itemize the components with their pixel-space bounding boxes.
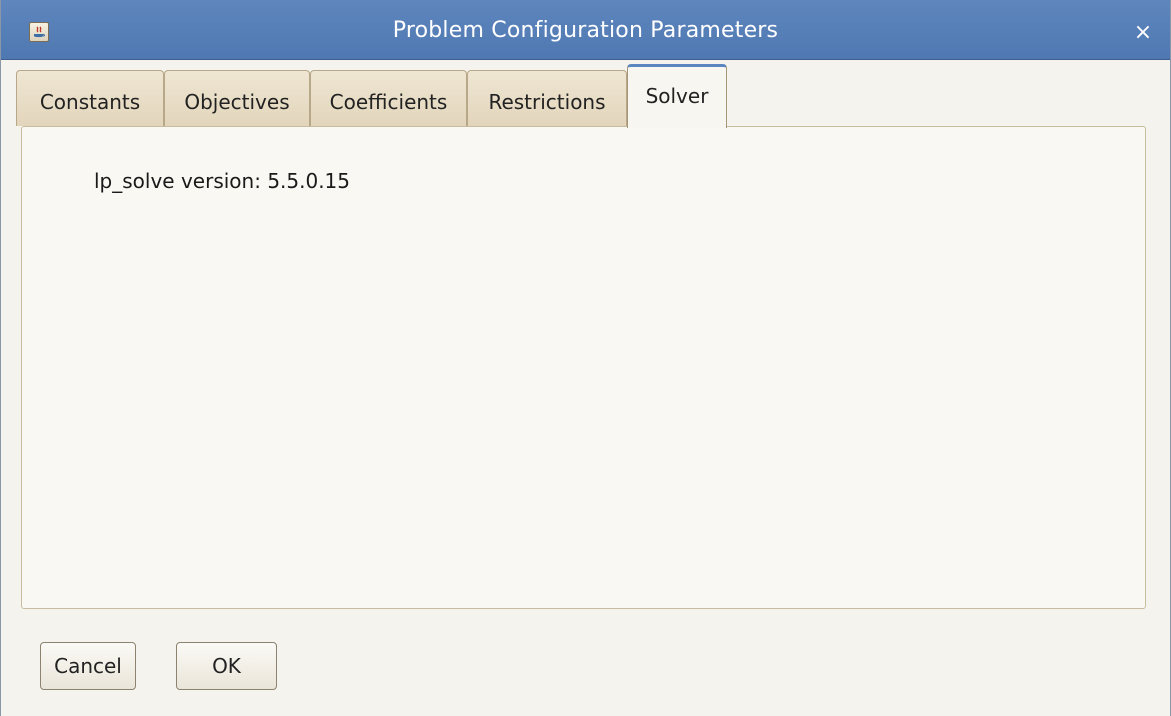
solver-version-label: lp_solve version: [94,169,261,193]
tab-solver[interactable]: Solver [627,64,727,128]
tab-coefficients[interactable]: Coefficients [310,70,467,126]
solver-panel: lp_solve version: 5.5.0.15 [21,126,1146,609]
cancel-button[interactable]: Cancel [40,642,136,690]
solver-version-value: 5.5.0.15 [267,169,351,193]
ok-button[interactable]: OK [176,642,277,690]
tab-objectives[interactable]: Objectives [164,70,310,126]
title-bar[interactable]: Problem Configuration Parameters × [1,0,1170,60]
close-icon[interactable]: × [1132,22,1154,44]
dialog-window: Problem Configuration Parameters × Const… [0,0,1171,716]
window-title: Problem Configuration Parameters [392,18,779,43]
tab-restrictions[interactable]: Restrictions [467,70,627,126]
tab-constants[interactable]: Constants [16,70,164,126]
solver-version-row: lp_solve version: 5.5.0.15 [94,169,350,193]
